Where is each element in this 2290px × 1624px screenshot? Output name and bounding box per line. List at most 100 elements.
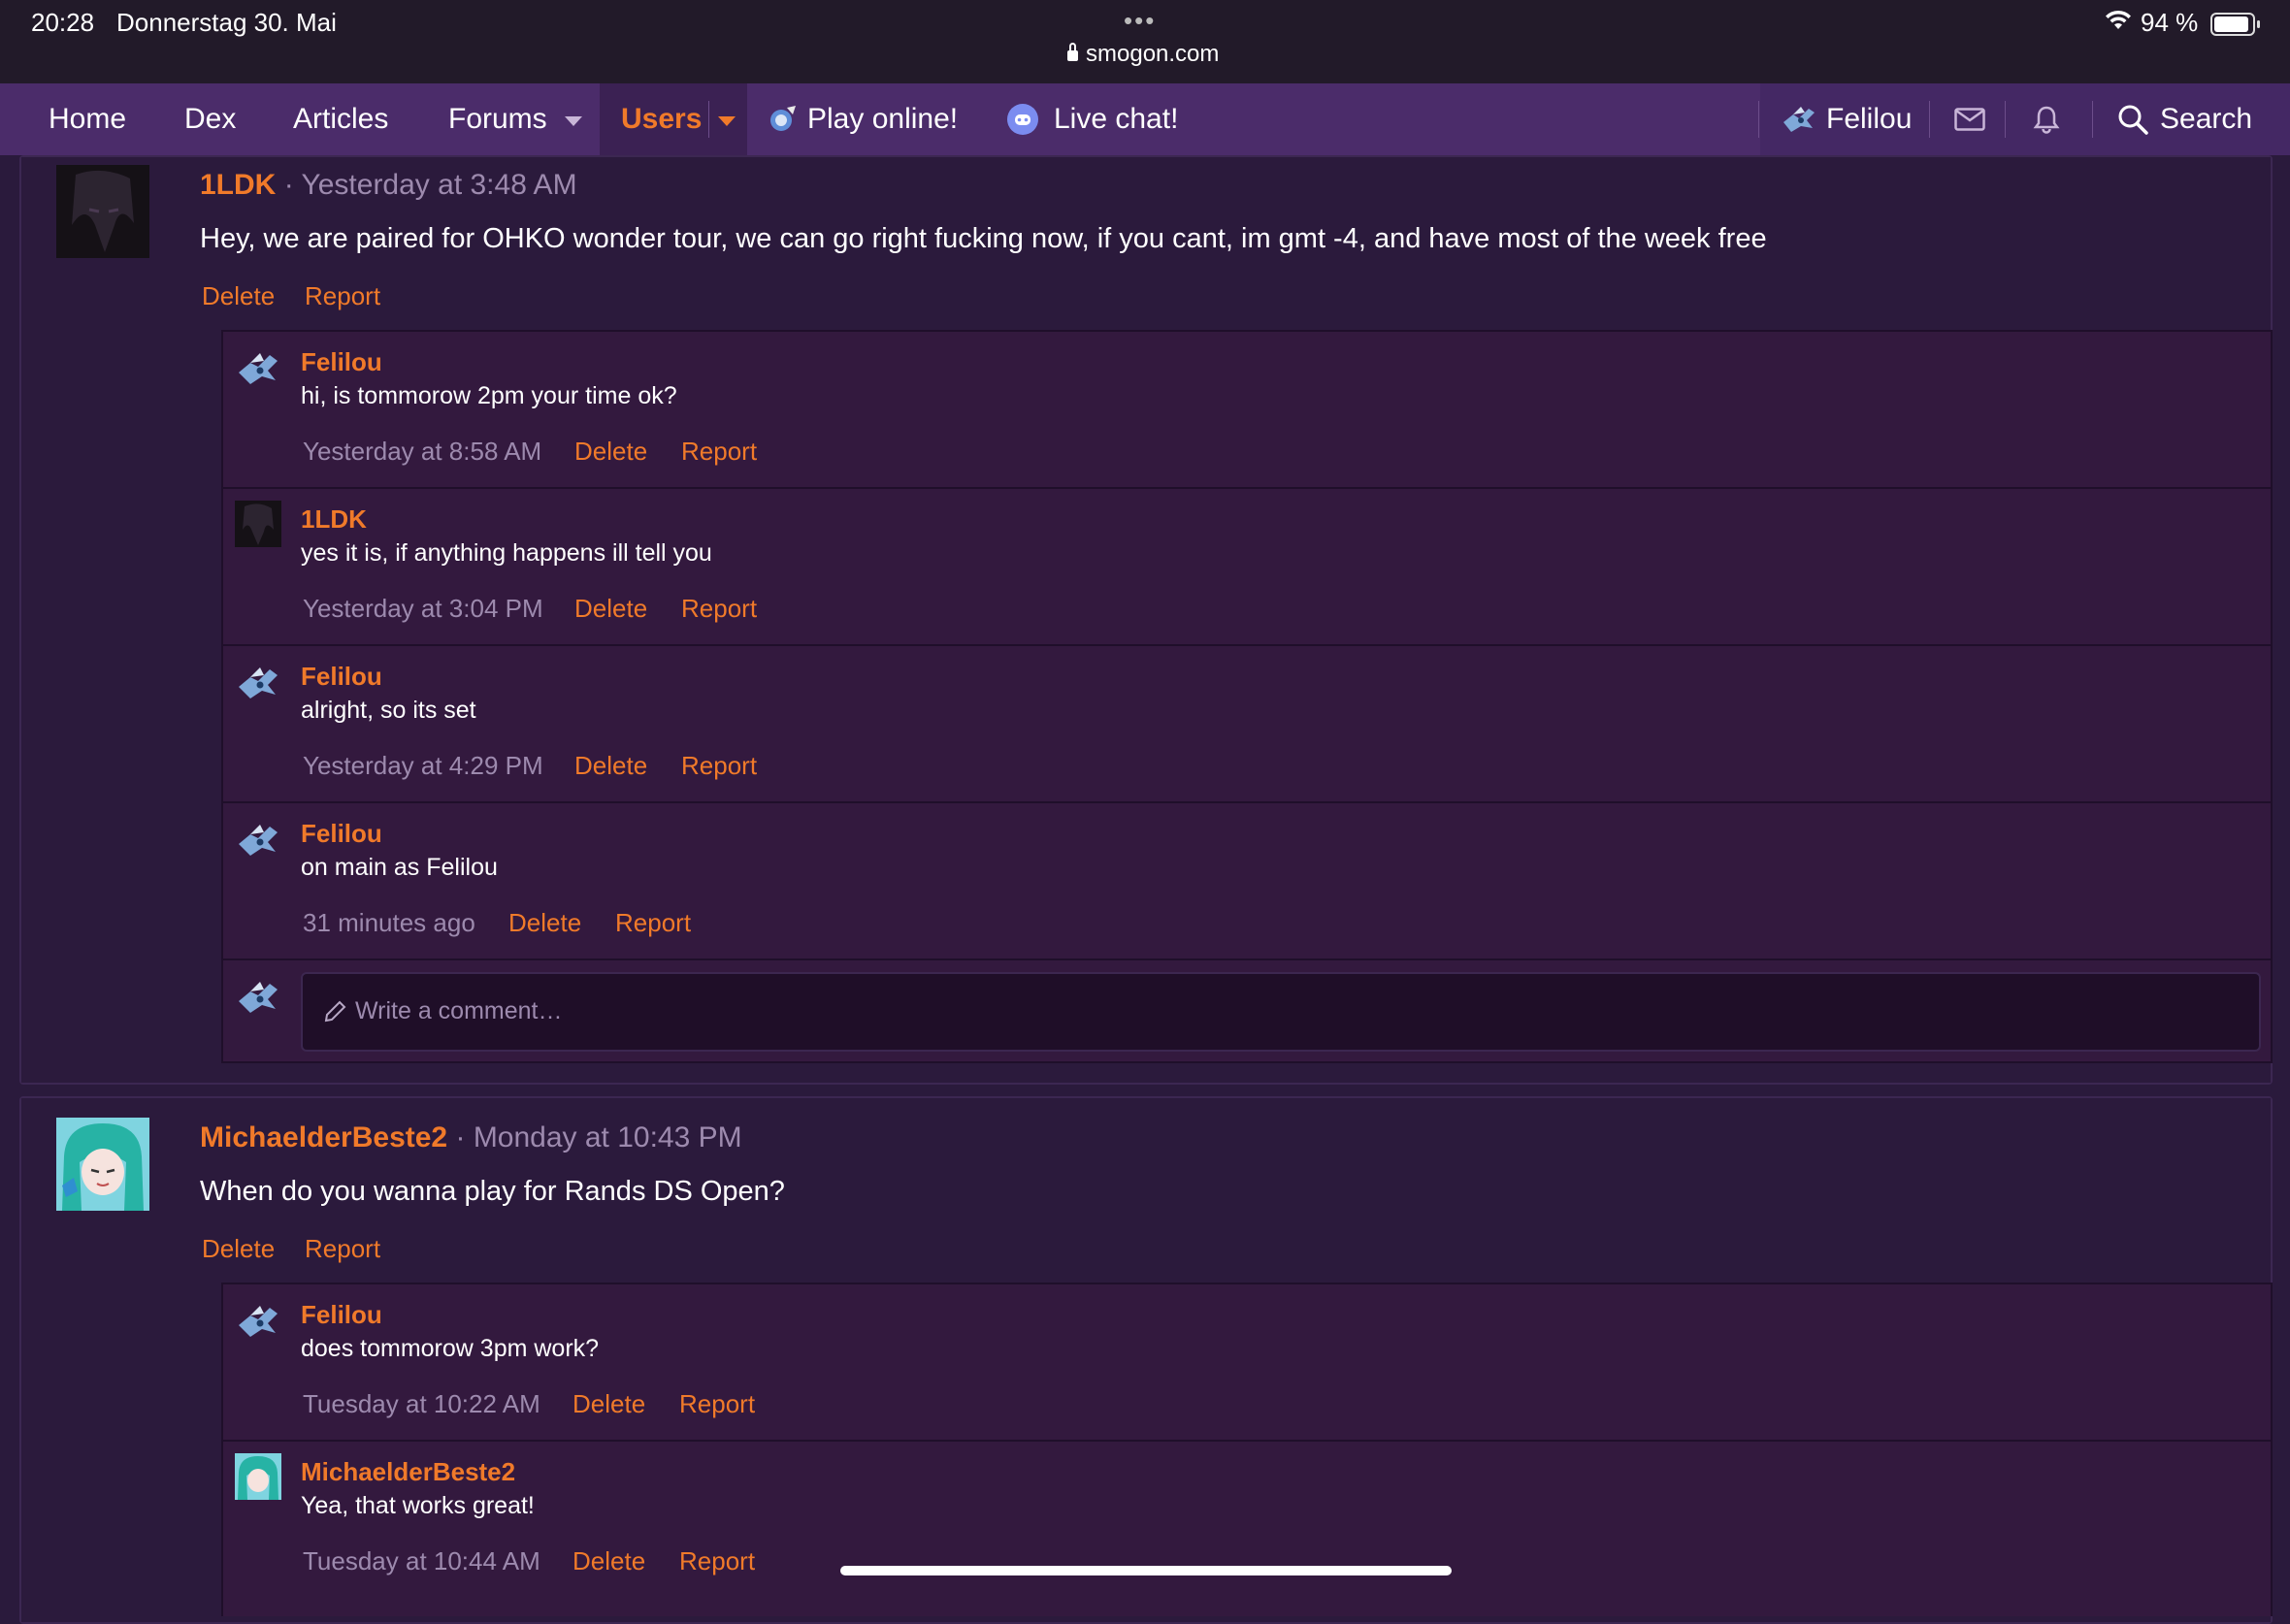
- comment-item: 1LDK yes it is, if anything happens ill …: [223, 489, 2271, 646]
- avatar[interactable]: [235, 1298, 281, 1345]
- comment-author[interactable]: Felilou: [301, 662, 382, 692]
- separator-dot: ·: [455, 1121, 466, 1153]
- avatar[interactable]: [235, 817, 281, 863]
- avatar[interactable]: [235, 660, 281, 706]
- live-chat-label: Live chat!: [1054, 103, 1179, 135]
- report-button[interactable]: Report: [681, 594, 757, 624]
- profile-post: MichaelderBeste2 · Monday at 10:43 PM Wh…: [19, 1096, 2273, 1624]
- comment-item: MichaelderBeste2 Yea, that works great! …: [223, 1442, 2271, 1616]
- play-online-icon: [770, 106, 796, 131]
- comment-timestamp[interactable]: Yesterday at 4:29 PM: [303, 751, 543, 781]
- search-label: Search: [2160, 103, 2253, 135]
- report-button[interactable]: Report: [679, 1546, 755, 1576]
- comment-item: Felilou hi, is tommorow 2pm your time ok…: [223, 332, 2271, 489]
- report-button[interactable]: Report: [615, 908, 691, 938]
- comment-text: hi, is tommorow 2pm your time ok?: [301, 382, 677, 409]
- separator-dot: ·: [283, 169, 294, 201]
- delete-button[interactable]: Delete: [202, 1234, 275, 1264]
- report-button[interactable]: Report: [681, 437, 757, 467]
- comment-author[interactable]: 1LDK: [301, 504, 367, 535]
- delete-button[interactable]: Delete: [572, 1546, 645, 1576]
- nav-articles[interactable]: Articles: [293, 83, 388, 155]
- nav-divider: [2092, 101, 2093, 138]
- nav-divider: [1758, 101, 1759, 138]
- lock-icon: [1067, 43, 1078, 61]
- nav-home[interactable]: Home: [49, 83, 126, 155]
- comment-author[interactable]: MichaelderBeste2: [301, 1457, 515, 1487]
- play-online-label: Play online!: [807, 103, 959, 135]
- post-author-line: MichaelderBeste2 · Monday at 10:43 PM: [200, 1121, 742, 1154]
- post-author[interactable]: 1LDK: [200, 169, 276, 201]
- status-time: 20:28: [31, 8, 95, 37]
- wifi-icon: [2106, 10, 2131, 29]
- delete-button[interactable]: Delete: [574, 594, 647, 624]
- comment-timestamp[interactable]: 31 minutes ago: [303, 908, 475, 938]
- status-date: Donnerstag 30. Mai: [116, 8, 337, 37]
- post-timestamp[interactable]: Yesterday at 3:48 AM: [301, 169, 576, 201]
- comment-composer: Write a comment…: [223, 960, 2271, 1059]
- delete-button[interactable]: Delete: [508, 908, 581, 938]
- comment-item: Felilou on main as Felilou 31 minutes ag…: [223, 803, 2271, 960]
- comment-text: on main as Felilou: [301, 854, 498, 881]
- comment-author[interactable]: Felilou: [301, 1300, 382, 1330]
- comment-item: Felilou alright, so its set Yesterday at…: [223, 646, 2271, 803]
- comment-item: Felilou does tommorow 3pm work? Tuesday …: [223, 1284, 2271, 1442]
- nav-users[interactable]: Users: [621, 83, 702, 155]
- post-author-line: 1LDK · Yesterday at 3:48 AM: [200, 169, 577, 202]
- report-button[interactable]: Report: [305, 281, 380, 311]
- mail-icon[interactable]: [1954, 108, 1985, 131]
- delete-button[interactable]: Delete: [574, 751, 647, 781]
- user-avatar-icon: [1783, 107, 1815, 132]
- home-indicator[interactable]: [840, 1566, 1452, 1575]
- url-text: smogon.com: [1086, 41, 1220, 67]
- report-button[interactable]: Report: [679, 1389, 755, 1419]
- avatar[interactable]: [235, 501, 281, 547]
- main-navigation: Home Dex Articles Forums Users Play onli…: [0, 83, 2290, 155]
- battery-icon: [2210, 13, 2260, 36]
- discord-icon: [1007, 104, 1038, 135]
- nav-dex[interactable]: Dex: [184, 83, 236, 155]
- nav-divider: [708, 101, 709, 138]
- battery-percent: 94 %: [2141, 8, 2199, 37]
- avatar: [239, 982, 278, 1013]
- address-bar[interactable]: smogon.com: [1067, 41, 1219, 68]
- comment-text: Yea, that works great!: [301, 1492, 535, 1519]
- comment-timestamp[interactable]: Tuesday at 10:22 AM: [303, 1389, 540, 1419]
- post-message: When do you wanna play for Rands DS Open…: [200, 1176, 785, 1207]
- comment-timestamp[interactable]: Yesterday at 3:04 PM: [303, 594, 543, 624]
- users-chevron-down-icon[interactable]: [718, 116, 736, 126]
- avatar[interactable]: [56, 165, 149, 258]
- comment-text: does tommorow 3pm work?: [301, 1335, 600, 1362]
- comments-list: Felilou hi, is tommorow 2pm your time ok…: [221, 330, 2273, 1063]
- comment-timestamp[interactable]: Yesterday at 8:58 AM: [303, 437, 541, 467]
- comment-text: alright, so its set: [301, 697, 476, 724]
- profile-post: 1LDK · Yesterday at 3:48 AM Hey, we are …: [19, 155, 2273, 1085]
- comment-input[interactable]: Write a comment…: [301, 972, 2261, 1052]
- nav-forums[interactable]: Forums: [448, 83, 547, 155]
- comment-text: yes it is, if anything happens ill tell …: [301, 539, 712, 567]
- nav-divider: [2005, 101, 2006, 138]
- comment-author[interactable]: Felilou: [301, 819, 382, 849]
- comment-placeholder: Write a comment…: [355, 997, 563, 1024]
- bell-icon[interactable]: [2032, 105, 2061, 134]
- forums-chevron-down-icon[interactable]: [565, 116, 582, 126]
- report-button[interactable]: Report: [305, 1234, 380, 1264]
- post-message: Hey, we are paired for OHKO wonder tour,…: [200, 223, 1767, 254]
- post-avatar-column: [21, 157, 180, 1083]
- multitasking-dots[interactable]: •••: [1124, 6, 1156, 36]
- avatar[interactable]: [235, 345, 281, 392]
- ios-status-bar: 20:28 Donnerstag 30. Mai ••• smogon.com …: [0, 0, 2290, 83]
- delete-button[interactable]: Delete: [202, 281, 275, 311]
- comment-author[interactable]: Felilou: [301, 347, 382, 377]
- post-timestamp[interactable]: Monday at 10:43 PM: [474, 1121, 742, 1153]
- pencil-icon: [324, 1000, 346, 1023]
- delete-button[interactable]: Delete: [572, 1389, 645, 1419]
- nav-divider: [1929, 101, 1930, 138]
- avatar[interactable]: [56, 1118, 149, 1211]
- delete-button[interactable]: Delete: [574, 437, 647, 467]
- comment-timestamp[interactable]: Tuesday at 10:44 AM: [303, 1546, 540, 1576]
- avatar[interactable]: [235, 1453, 281, 1500]
- report-button[interactable]: Report: [681, 751, 757, 781]
- post-author[interactable]: MichaelderBeste2: [200, 1121, 447, 1153]
- search-icon: [2118, 105, 2148, 135]
